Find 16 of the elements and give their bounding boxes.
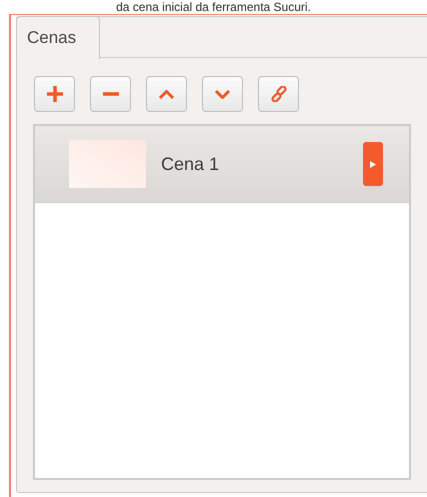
add-icon xyxy=(46,86,62,102)
chevron-up-icon xyxy=(159,90,174,98)
chevron-down-icon xyxy=(215,90,230,98)
up-button[interactable] xyxy=(146,76,187,112)
scene-name: Cena 1 xyxy=(161,152,220,176)
down-button[interactable] xyxy=(202,76,243,112)
scene-row[interactable]: Cena 1 xyxy=(35,126,409,203)
link-icon xyxy=(270,86,286,102)
play-icon xyxy=(370,160,376,168)
caption-text: da cena inicial da ferramenta Sucuri. xyxy=(116,0,311,14)
remove-button[interactable] xyxy=(90,76,131,112)
add-button[interactable] xyxy=(34,76,75,112)
tab[interactable]: Cenas xyxy=(16,16,100,59)
link-button[interactable] xyxy=(258,76,299,112)
remove-icon xyxy=(102,92,118,96)
play-button[interactable] xyxy=(363,142,383,186)
